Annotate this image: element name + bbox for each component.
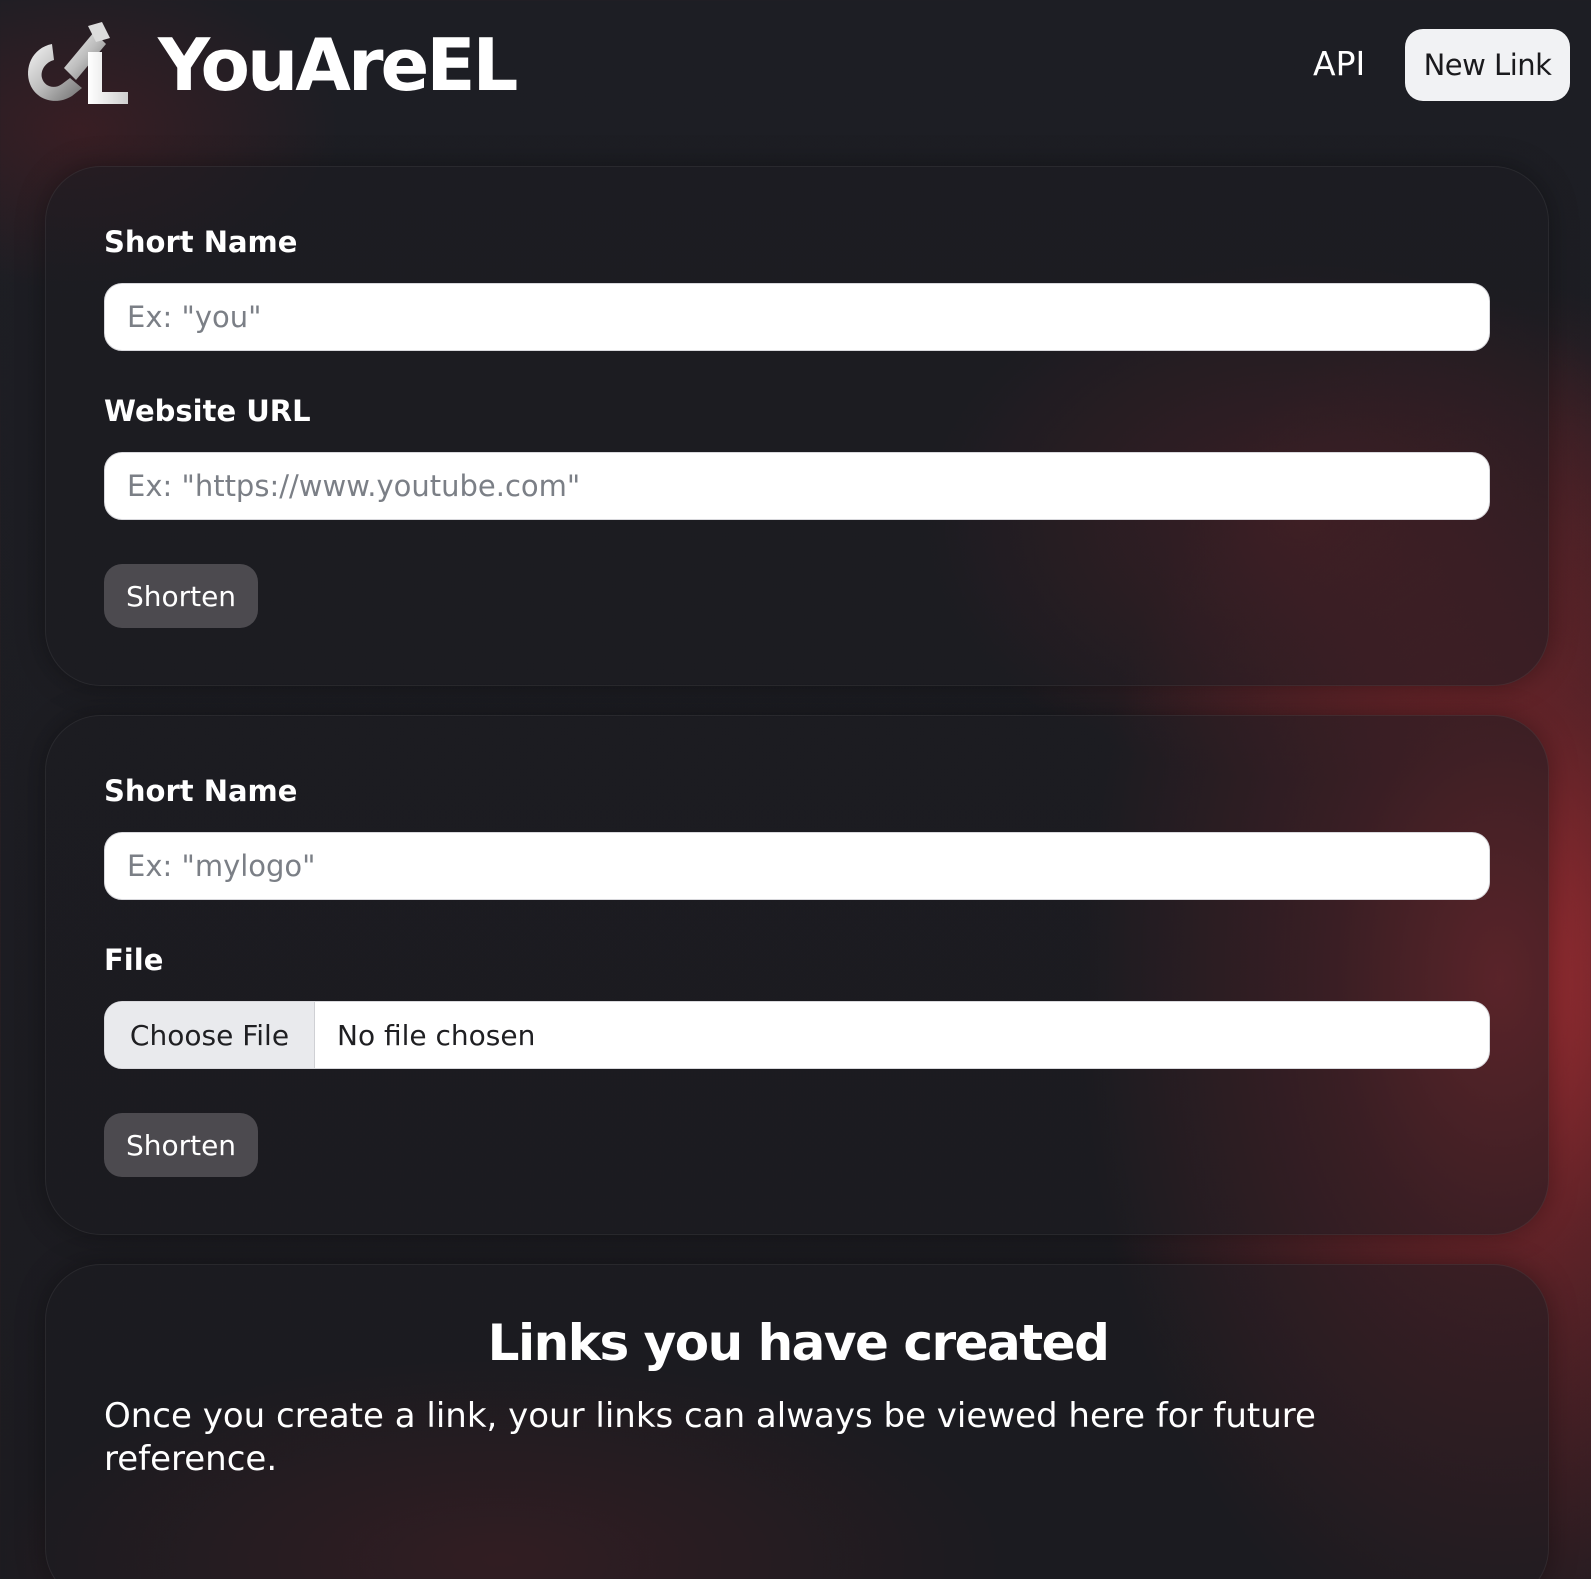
website-url-input[interactable] xyxy=(104,452,1490,520)
file-shorten-card: Short Name File Choose File No file chos… xyxy=(45,715,1549,1235)
nav-api-link[interactable]: API xyxy=(1313,40,1365,88)
choose-file-button[interactable]: Choose File xyxy=(105,1002,315,1068)
file-input[interactable]: Choose File No file chosen xyxy=(104,1001,1490,1069)
short-name-input[interactable] xyxy=(104,283,1490,351)
new-link-button[interactable]: New Link xyxy=(1405,29,1570,101)
brand-title[interactable]: YouAreEL xyxy=(158,22,518,108)
links-created-card: Links you have created Once you create a… xyxy=(45,1264,1549,1579)
file-short-name-input[interactable] xyxy=(104,832,1490,900)
website-url-label: Website URL xyxy=(104,394,311,428)
youareel-logo-icon[interactable] xyxy=(22,22,132,108)
shorten-file-button[interactable]: Shorten xyxy=(104,1113,258,1177)
links-section-description: Once you create a link, your links can a… xyxy=(104,1396,1316,1479)
shorten-url-button[interactable]: Shorten xyxy=(104,564,258,628)
site-header: YouAreEL API New Link xyxy=(0,0,1591,140)
file-label: File xyxy=(104,943,164,977)
links-section-title: Links you have created xyxy=(487,1314,1110,1372)
url-shorten-card: Short Name Website URL Shorten xyxy=(45,166,1549,686)
short-name-label: Short Name xyxy=(104,225,298,259)
file-status-text: No file chosen xyxy=(337,1018,536,1052)
file-short-name-label: Short Name xyxy=(104,774,298,808)
